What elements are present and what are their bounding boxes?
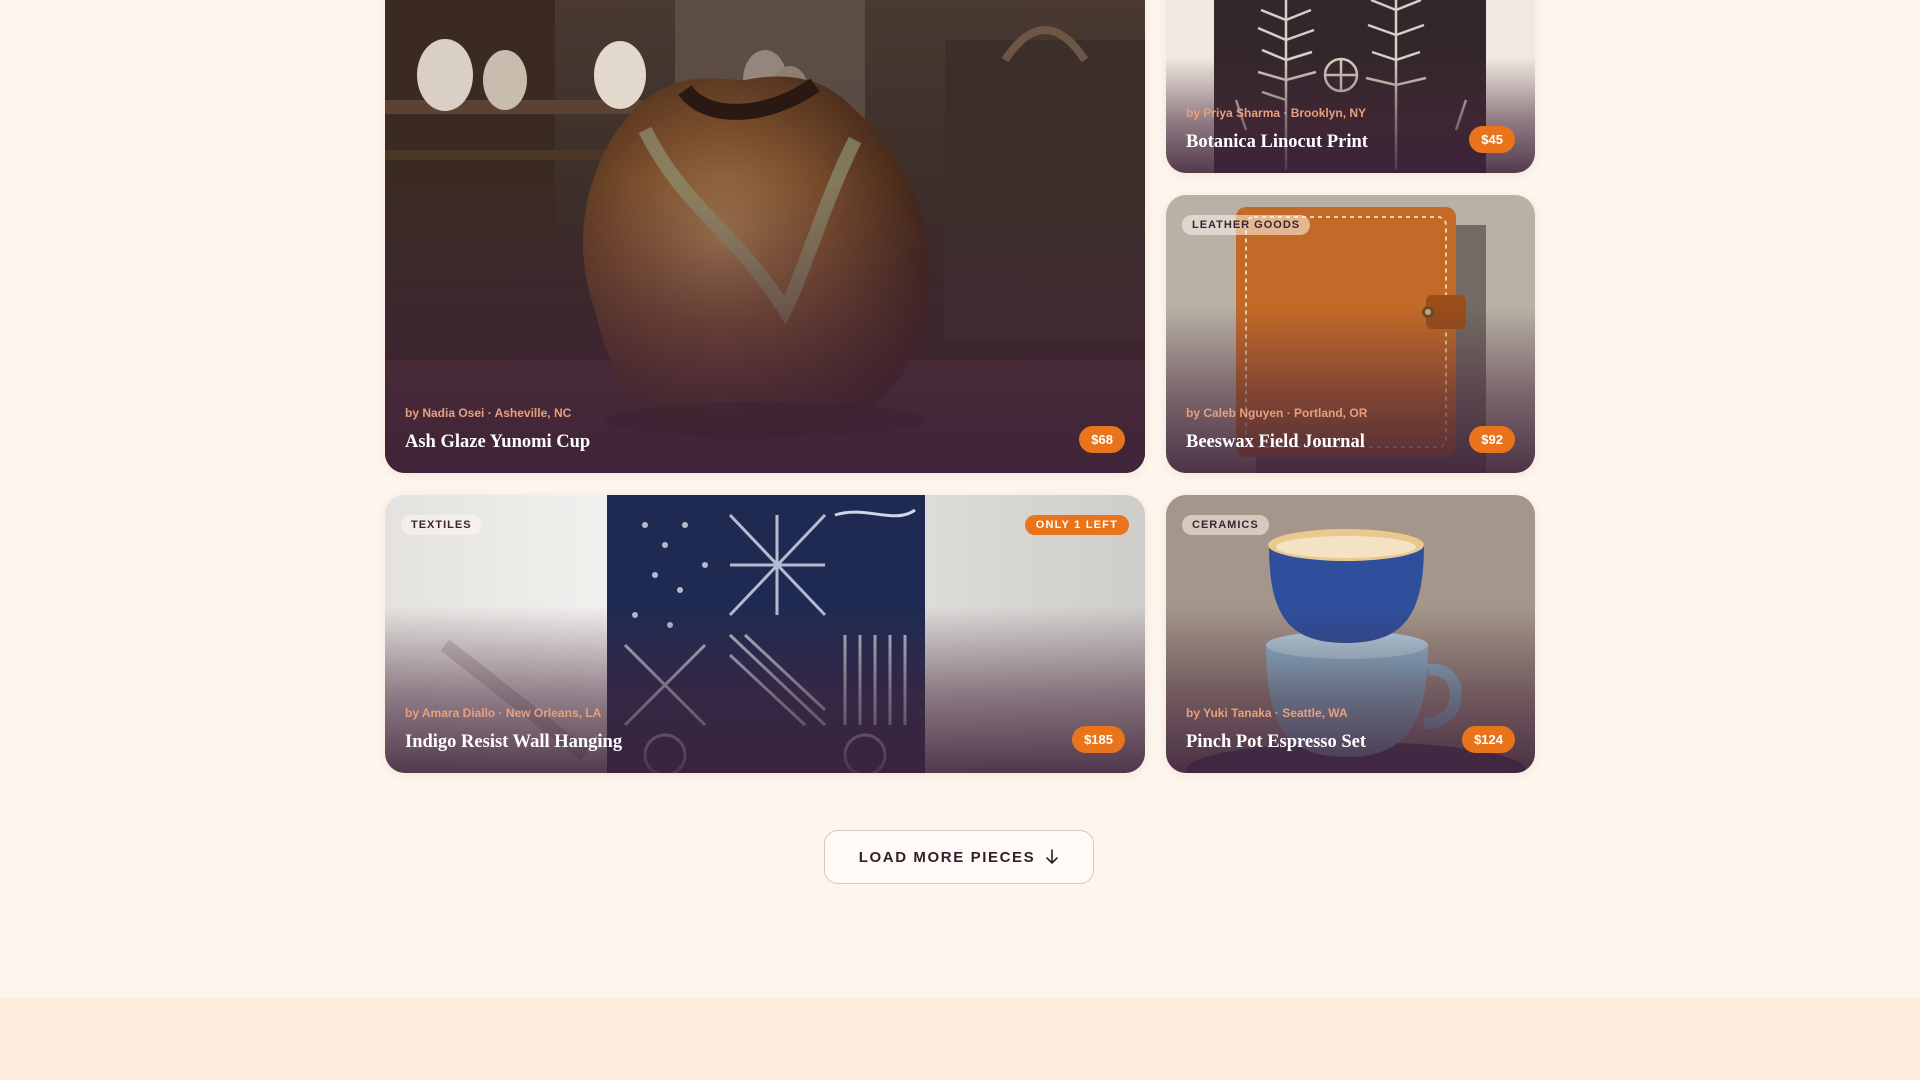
price-badge: $68 xyxy=(1079,426,1125,453)
price-badge: $124 xyxy=(1462,726,1515,753)
product-title: Indigo Resist Wall Hanging xyxy=(405,732,623,752)
price-badge: $45 xyxy=(1469,126,1515,153)
product-maker: by Amara Diallo · New Orleans, LA xyxy=(405,706,602,720)
stock-badge: ONLY 1 LEFT xyxy=(1024,515,1129,535)
category-chip: TEXTILES xyxy=(401,515,482,535)
load-more-label: LOAD MORE PIECES xyxy=(858,848,1036,866)
product-maker: by Nadia Osei · Asheville, NC xyxy=(405,406,572,420)
footer-band xyxy=(0,998,1920,1080)
category-chip: CERAMICS xyxy=(1182,515,1269,535)
price-badge: $92 xyxy=(1469,426,1515,453)
arrow-down-icon xyxy=(1046,849,1059,864)
product-card-linocut-print[interactable]: by Priya Sharma · Brooklyn, NY Botanica … xyxy=(1166,0,1535,173)
price-badge: $185 xyxy=(1072,726,1125,753)
product-maker: by Priya Sharma · Brooklyn, NY xyxy=(1186,106,1367,120)
category-chip: LEATHER GOODS xyxy=(1182,215,1311,235)
product-title: Ash Glaze Yunomi Cup xyxy=(405,432,591,452)
product-title: Beeswax Field Journal xyxy=(1186,432,1365,452)
product-card-indigo-hanging[interactable]: TEXTILES ONLY 1 LEFT by Amara Diallo · N… xyxy=(385,495,1145,773)
gallery-page: by Nadia Osei · Asheville, NC Ash Glaze … xyxy=(0,0,1920,1080)
product-card-espresso-set[interactable]: CERAMICS by Yuki Tanaka · Seattle, WA Pi… xyxy=(1166,495,1535,773)
product-maker: by Caleb Nguyen · Portland, OR xyxy=(1186,406,1368,420)
product-title: Botanica Linocut Print xyxy=(1186,132,1368,152)
product-card-field-journal[interactable]: LEATHER GOODS by Caleb Nguyen · Portland… xyxy=(1166,195,1535,473)
card-overlay xyxy=(385,0,1145,473)
load-more-button[interactable]: LOAD MORE PIECES xyxy=(824,830,1094,884)
product-card-yunomi-cup[interactable]: by Nadia Osei · Asheville, NC Ash Glaze … xyxy=(385,0,1145,473)
product-title: Pinch Pot Espresso Set xyxy=(1186,732,1367,752)
product-maker: by Yuki Tanaka · Seattle, WA xyxy=(1186,706,1348,720)
